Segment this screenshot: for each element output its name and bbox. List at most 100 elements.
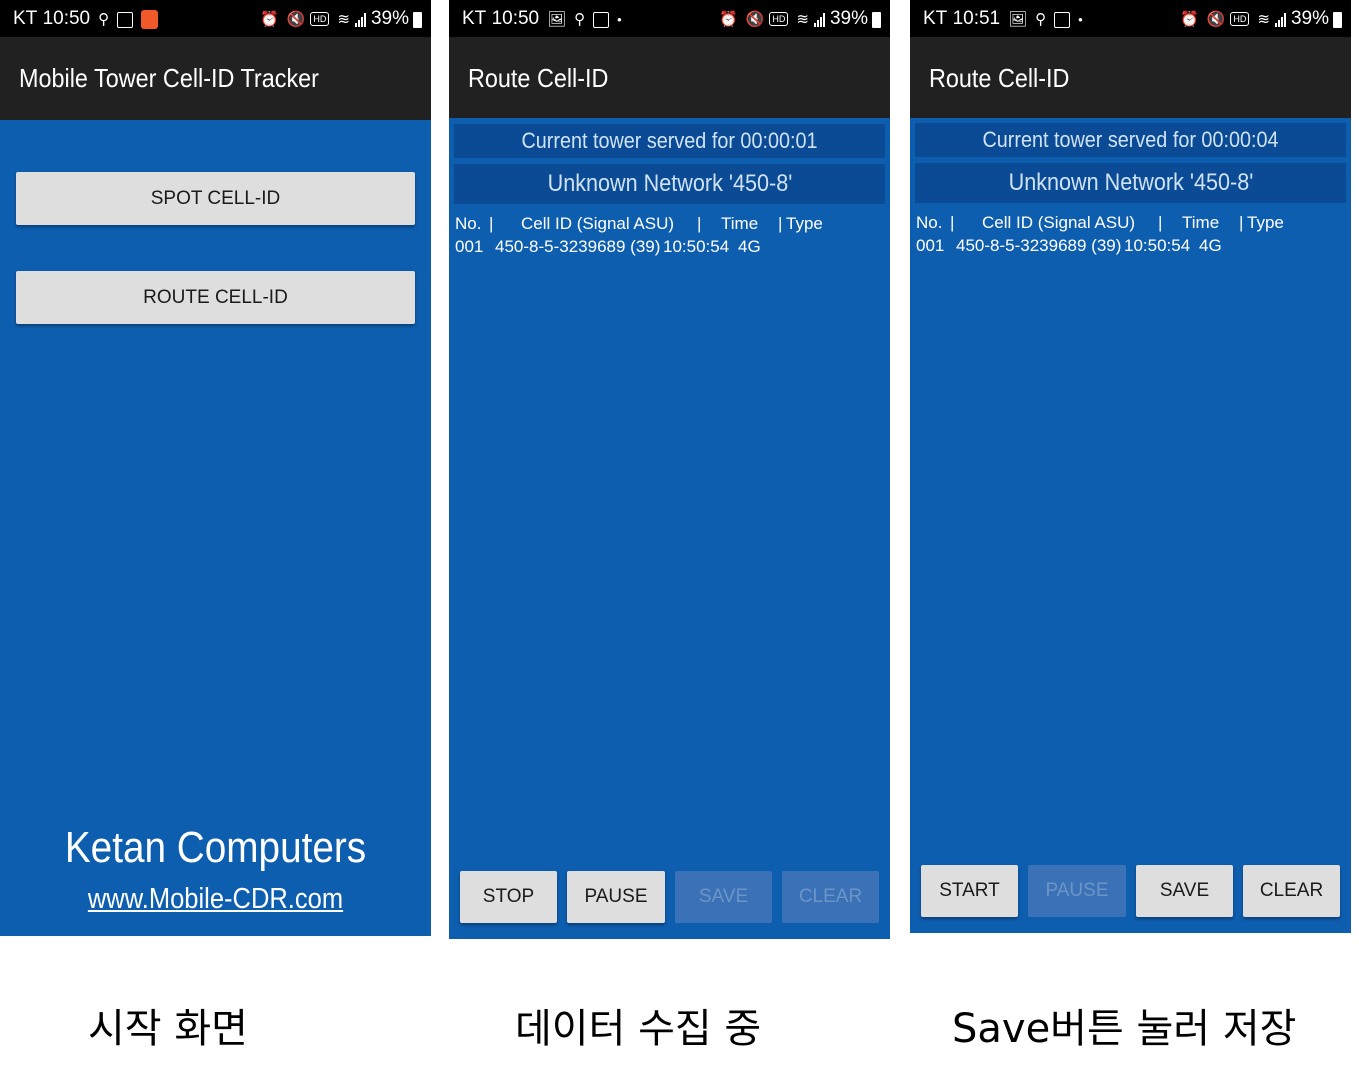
battery-percent: 39%	[829, 8, 868, 29]
column-divider: |	[778, 214, 783, 233]
battery-percent: 39%	[1290, 8, 1329, 29]
image-search-icon	[117, 12, 134, 28]
signal-icon	[354, 12, 366, 27]
pause-button[interactable]: PAUSE	[1028, 865, 1126, 917]
usb-icon: ⚲	[98, 10, 110, 28]
mute-icon: 🔇	[1206, 10, 1226, 28]
row-cell-id: 450-8-5-3239689 (39)	[495, 237, 661, 256]
alarm-icon: ⏰	[719, 10, 738, 28]
start-button[interactable]: START	[921, 865, 1018, 917]
battery-percent: 39%	[370, 8, 409, 29]
wifi-icon: ≋	[1257, 10, 1270, 28]
more-notifications-icon: •	[617, 11, 622, 27]
col-type: Type	[1247, 213, 1284, 232]
route-screen-collecting: KT 10:50 🖼 ⚲ • ⏰ 🔇 HD ≋ 39% Route Cell-I…	[449, 0, 890, 939]
cell-log-table: No. | Cell ID (Signal ASU) | Time | Type…	[916, 213, 1345, 259]
row-time: 10:50:54	[663, 237, 730, 256]
gallery-icon: 🖼	[1008, 10, 1028, 28]
alarm-icon: ⏰	[260, 10, 279, 28]
app-title: Mobile Tower Cell-ID Tracker	[19, 63, 319, 93]
route-cell-id-button[interactable]: ROUTE CELL-ID	[16, 271, 415, 324]
screen-title: Route Cell-ID	[929, 63, 1070, 93]
pause-button[interactable]: PAUSE	[567, 871, 665, 923]
battery-icon	[1333, 12, 1342, 28]
status-bar: KT 10:51 🖼 ⚲ • ⏰ 🔇 HD ≋ 39%	[910, 0, 1351, 37]
wifi-icon: ≋	[337, 10, 350, 28]
column-divider: |	[1158, 213, 1163, 232]
table-row: 001 450-8-5-3239689 (39) 10:50:54 4G	[916, 236, 1345, 259]
col-type: Type	[786, 214, 823, 233]
mute-icon: 🔇	[745, 10, 765, 28]
network-bar: Unknown Network '450-8'	[915, 163, 1346, 203]
app-bar: Route Cell-ID	[449, 37, 890, 118]
network-name: Unknown Network '450-8'	[547, 170, 792, 197]
caption-start-screen: 시작 화면	[88, 1006, 248, 1052]
col-no: No.	[455, 214, 482, 233]
hd-voice-icon: HD	[1230, 12, 1250, 26]
route-screen-stopped: KT 10:51 🖼 ⚲ • ⏰ 🔇 HD ≋ 39% Route Cell-I…	[910, 0, 1351, 933]
image-search-icon	[1054, 12, 1071, 28]
row-no: 001	[455, 237, 484, 256]
battery-icon	[413, 12, 422, 28]
col-time: Time	[721, 214, 759, 233]
cell-log-table: No. | Cell ID (Signal ASU) | Time | Type…	[455, 214, 884, 260]
gallery-icon: 🖼	[547, 10, 567, 28]
brand-name: Ketan Computers	[64, 823, 367, 872]
image-search-icon	[593, 12, 610, 28]
row-time: 10:50:54	[1124, 236, 1191, 255]
spot-cell-id-button[interactable]: SPOT CELL-ID	[16, 172, 415, 225]
app-notification-icon	[141, 9, 159, 29]
table-header: No. | Cell ID (Signal ASU) | Time | Type	[455, 214, 884, 237]
caption-collecting: 데이터 수집 중	[515, 1006, 762, 1052]
col-cell-id: Cell ID (Signal ASU)	[521, 214, 675, 233]
alarm-icon: ⏰	[1180, 10, 1199, 28]
usb-icon: ⚲	[574, 10, 586, 28]
network-name: Unknown Network '450-8'	[1008, 169, 1253, 196]
more-notifications-icon: •	[1078, 11, 1083, 27]
column-divider: |	[1239, 213, 1244, 232]
row-cell-id: 450-8-5-3239689 (39)	[956, 236, 1122, 255]
carrier-label: KT	[923, 8, 948, 29]
clock: 10:50	[42, 8, 91, 29]
clear-button[interactable]: CLEAR	[1243, 865, 1340, 917]
app-bar: Route Cell-ID	[910, 37, 1351, 118]
clear-button[interactable]: CLEAR	[782, 871, 879, 923]
screen-title: Route Cell-ID	[468, 63, 609, 93]
signal-icon	[1274, 12, 1286, 27]
carrier-label: KT	[13, 8, 38, 29]
save-button[interactable]: SAVE	[1136, 865, 1233, 917]
table-row: 001 450-8-5-3239689 (39) 10:50:54 4G	[455, 237, 884, 260]
app-bar: Mobile Tower Cell-ID Tracker	[0, 37, 431, 120]
battery-icon	[872, 12, 881, 28]
column-divider: |	[489, 214, 494, 233]
save-button[interactable]: SAVE	[675, 871, 772, 923]
served-duration-bar: Current tower served for 00:00:01	[454, 124, 885, 158]
status-bar: KT 10:50 🖼 ⚲ • ⏰ 🔇 HD ≋ 39%	[449, 0, 890, 37]
hd-voice-icon: HD	[769, 12, 789, 26]
served-duration: Current tower served for 00:00:01	[521, 128, 818, 153]
status-bar: KT 10:50 ⚲ ⏰ 🔇 HD ≋ 39%	[0, 0, 431, 37]
caption-save: Save버튼 눌러 저장	[952, 1006, 1297, 1052]
row-no: 001	[916, 236, 945, 255]
carrier-label: KT	[462, 8, 487, 29]
col-cell-id: Cell ID (Signal ASU)	[982, 213, 1136, 232]
row-type: 4G	[1199, 236, 1222, 255]
start-screen: KT 10:50 ⚲ ⏰ 🔇 HD ≋ 39% Mobile Tower Cel…	[0, 0, 431, 936]
served-duration-bar: Current tower served for 00:00:04	[915, 123, 1346, 157]
website-link[interactable]: www.Mobile-CDR.com	[26, 883, 405, 916]
stop-button[interactable]: STOP	[460, 871, 557, 923]
usb-icon: ⚲	[1035, 10, 1047, 28]
signal-icon	[813, 12, 825, 27]
served-duration: Current tower served for 00:00:04	[982, 127, 1279, 152]
row-type: 4G	[738, 237, 761, 256]
hd-voice-icon: HD	[310, 12, 330, 26]
col-time: Time	[1182, 213, 1220, 232]
clock: 10:51	[952, 8, 1001, 29]
column-divider: |	[697, 214, 702, 233]
wifi-icon: ≋	[796, 10, 809, 28]
network-bar: Unknown Network '450-8'	[454, 164, 885, 204]
mute-icon: 🔇	[286, 10, 306, 28]
clock: 10:50	[491, 8, 540, 29]
table-header: No. | Cell ID (Signal ASU) | Time | Type	[916, 213, 1345, 236]
column-divider: |	[950, 213, 955, 232]
